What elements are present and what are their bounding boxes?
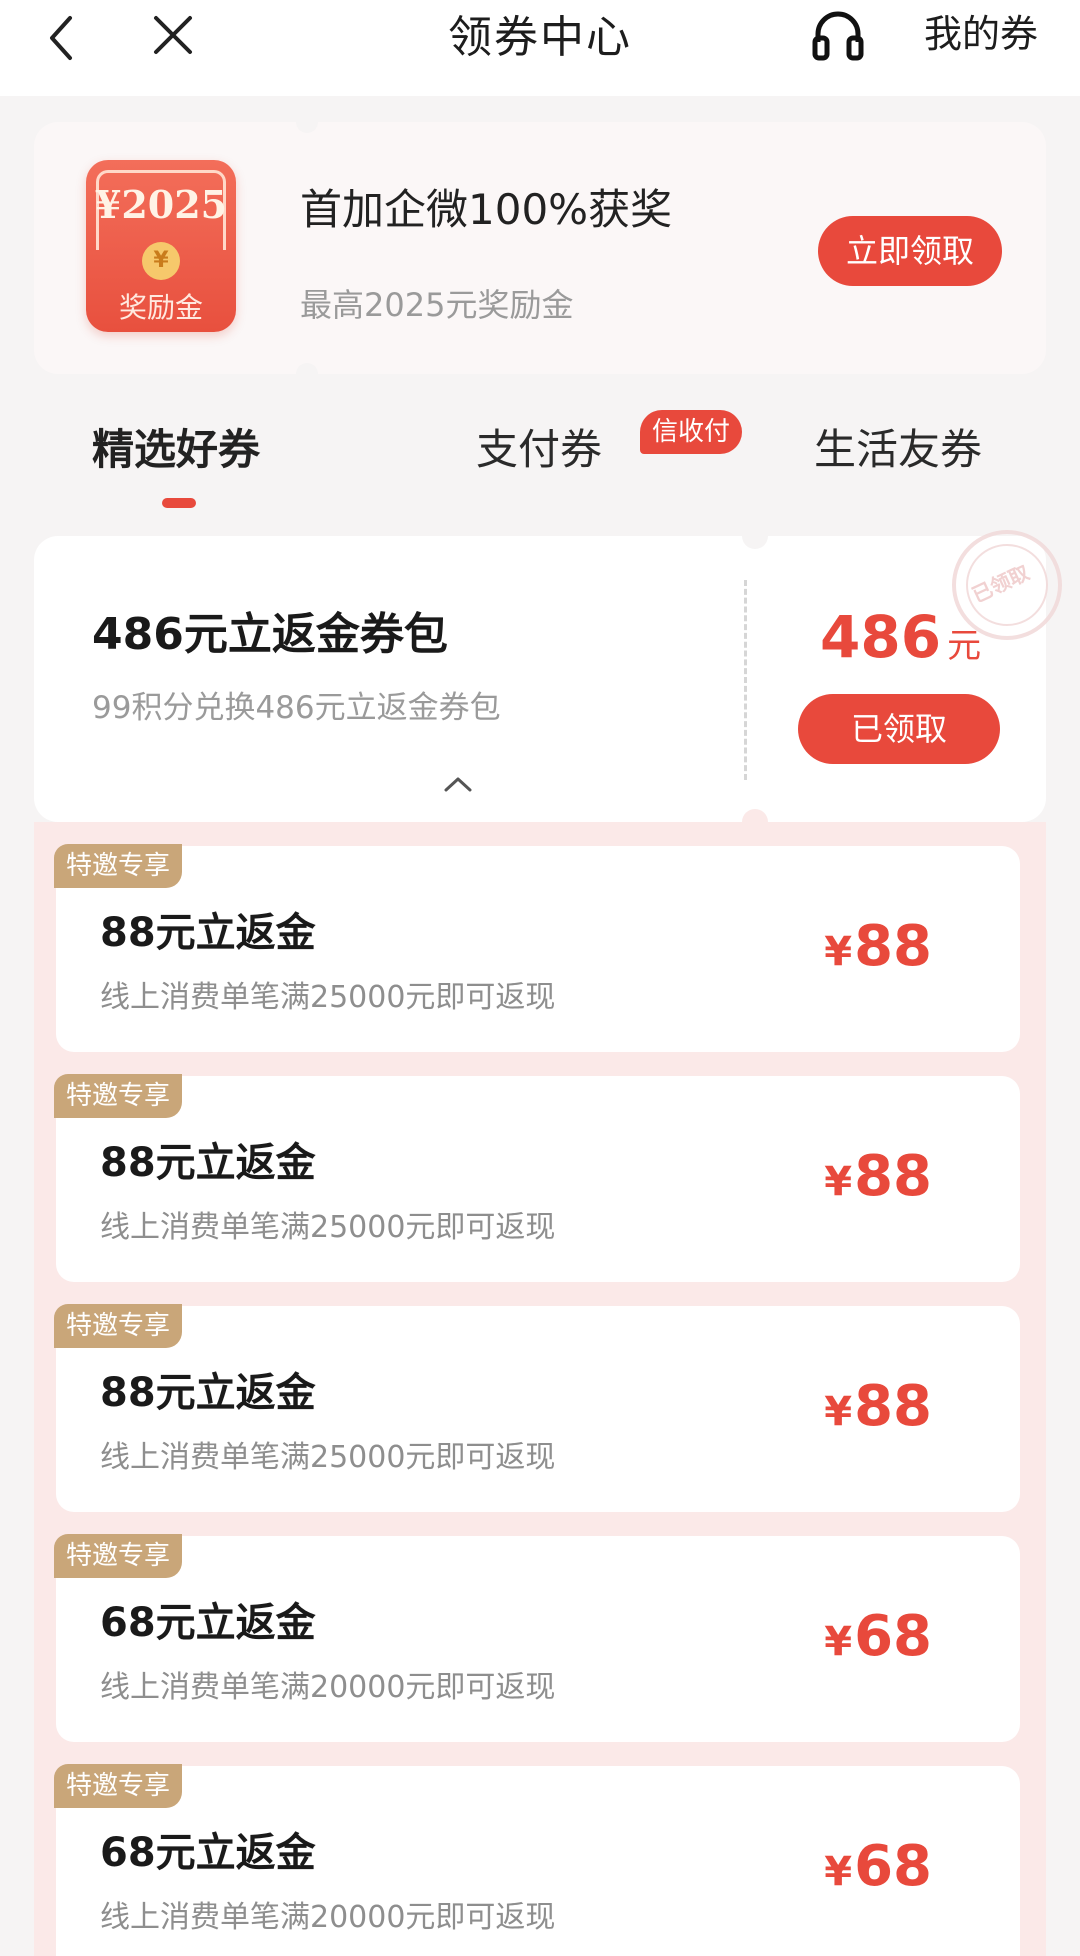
yen-coin-icon: ¥ — [142, 242, 180, 280]
ticket-notch — [296, 363, 318, 385]
coupon-condition: 线上消费单笔满20000元即可返现 — [100, 1670, 556, 1705]
page-title: 领券中心 — [448, 12, 632, 63]
coupon-pack-card[interactable]: 486元立返金券包 99积分兑换486元立返金券包 486 元 已领取 已领取 — [34, 523, 1062, 835]
top-nav-bar: 领券中心 我的券 — [0, 0, 1080, 96]
coupon-amount: 88 — [854, 1144, 932, 1209]
coupon-tag: 特邀专享 — [54, 1304, 183, 1348]
claimed-stamp-icon: 已领取 — [952, 530, 1062, 640]
coupon-title: 68元立返金 — [100, 1830, 316, 1876]
coupon-amount: 68 — [854, 1604, 932, 1669]
ticket-notch — [296, 111, 318, 133]
coupon-card[interactable]: 特邀专享 88元立返金 线上消费单笔满25000元即可返现 ¥88 — [54, 844, 1020, 1052]
coupon-tabs: 精选好券 支付券 信收付 生活友券 — [0, 400, 1080, 520]
promo-title: 首加企微100%获奖 — [300, 185, 673, 234]
coupon-card[interactable]: 特邀专享 88元立返金 线上消费单笔满25000元即可返现 ¥88 — [54, 1304, 1020, 1512]
tab-badge: 信收付 — [640, 410, 743, 454]
coupon-card[interactable]: 特邀专享 88元立返金 线上消费单笔满25000元即可返现 ¥88 — [54, 1074, 1020, 1282]
promo-subtitle: 最高2025元奖励金 — [300, 286, 574, 324]
coupon-card[interactable]: 特邀专享 68元立返金 线上消费单笔满20000元即可返现 ¥68 — [54, 1534, 1020, 1742]
coupon-price: ¥88 — [824, 912, 932, 987]
pack-amount-unit: 元 — [947, 626, 982, 666]
coupon-amount: 88 — [854, 1374, 932, 1439]
headset-icon[interactable] — [810, 8, 866, 64]
tab-lifestyle[interactable]: 生活友券 — [814, 420, 982, 480]
pack-amount-value: 486 — [820, 603, 942, 671]
chevron-up-icon[interactable] — [438, 772, 478, 796]
coupon-tag: 特邀专享 — [54, 1534, 183, 1578]
pack-subtitle: 99积分兑换486元立返金券包 — [92, 690, 501, 726]
coupon-tag: 特邀专享 — [54, 1764, 183, 1808]
yen-symbol: ¥ — [824, 1619, 853, 1665]
coupon-title: 88元立返金 — [100, 1140, 316, 1186]
coupon-condition: 线上消费单笔满25000元即可返现 — [100, 980, 556, 1015]
coupon-title: 88元立返金 — [100, 1370, 316, 1416]
coupon-price: ¥68 — [824, 1832, 932, 1907]
coupon-amount: 68 — [854, 1834, 932, 1899]
ticket-notch — [742, 523, 768, 549]
coupon-title: 88元立返金 — [100, 910, 316, 956]
envelope-label: 奖励金 — [118, 291, 203, 324]
my-coupons-link[interactable]: 我的券 — [924, 6, 1038, 62]
coupon-price: ¥88 — [824, 1372, 932, 1447]
claimed-button[interactable]: 已领取 — [798, 694, 1000, 764]
coupon-price: ¥88 — [824, 1142, 932, 1217]
coupon-card[interactable]: 特邀专享 68元立返金 线上消费单笔满20000元即可返现 ¥68 — [54, 1764, 1020, 1956]
yen-symbol: ¥ — [824, 1849, 853, 1895]
coupon-tag: 特邀专享 — [54, 1074, 183, 1118]
yen-symbol: ¥ — [824, 1159, 853, 1205]
coupon-price: ¥68 — [824, 1602, 932, 1677]
coupon-tag: 特邀专享 — [54, 844, 183, 888]
coupon-condition: 线上消费单笔满25000元即可返现 — [100, 1440, 556, 1475]
yen-symbol: ¥ — [824, 929, 853, 975]
envelope-amount: ¥2025 — [94, 182, 228, 227]
claim-now-button[interactable]: 立即领取 — [818, 216, 1002, 286]
dashed-divider — [744, 580, 747, 780]
tab-featured[interactable]: 精选好券 — [92, 420, 260, 480]
tab-payment[interactable]: 支付券 — [476, 420, 602, 480]
pack-title: 486元立返金券包 — [92, 609, 448, 660]
yen-symbol: ¥ — [824, 1389, 853, 1435]
coupon-condition: 线上消费单笔满25000元即可返现 — [100, 1210, 556, 1245]
coupon-amount: 88 — [854, 914, 932, 979]
active-tab-indicator — [162, 498, 196, 508]
coupon-condition: 线上消费单笔满20000元即可返现 — [100, 1900, 556, 1935]
red-envelope-icon: ¥2025 ¥ 奖励金 — [86, 160, 236, 332]
coupon-title: 68元立返金 — [100, 1600, 316, 1646]
promo-banner[interactable]: ¥2025 ¥ 奖励金 首加企微100%获奖 最高2025元奖励金 立即领取 — [34, 111, 1046, 385]
pack-amount: 486 元 — [820, 602, 981, 681]
